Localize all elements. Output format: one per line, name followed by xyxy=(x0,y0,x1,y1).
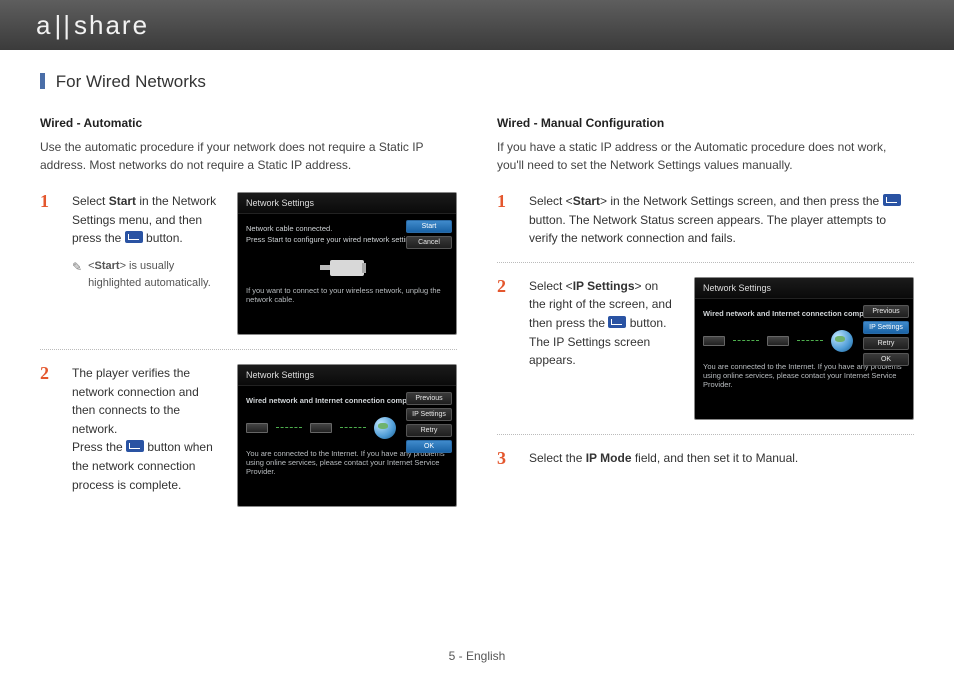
left-intro: Use the automatic procedure if your netw… xyxy=(40,138,457,174)
text: The player verifies the network connecti… xyxy=(72,366,199,436)
globe-icon xyxy=(831,330,853,352)
right-column: Wired - Manual Configuration If you have… xyxy=(497,116,914,508)
screenshot-title: Network Settings xyxy=(695,278,913,299)
screenshot-network-settings-2: Network Settings Wired network and Inter… xyxy=(237,364,457,507)
note-icon: ✎ xyxy=(72,258,82,292)
screenshot-previous-button: Previous xyxy=(406,392,452,405)
enter-button-icon xyxy=(883,194,901,206)
router-icon xyxy=(246,423,268,433)
screenshot-retry-button: Retry xyxy=(863,337,909,350)
right-intro: If you have a static IP address or the A… xyxy=(497,138,914,174)
plug-icon xyxy=(330,260,364,276)
left-step1-note: ✎ <Start> is usually highlighted automat… xyxy=(72,258,221,292)
page-content: For Wired Networks Wired - Automatic Use… xyxy=(0,50,954,508)
text: button. The Network Status screen appear… xyxy=(529,213,886,246)
screenshot-ok-button: OK xyxy=(863,353,909,366)
screenshot-ipsettings-button: IP Settings xyxy=(406,408,452,421)
screenshot-cancel-button: Cancel xyxy=(406,236,452,249)
text: Select < xyxy=(529,194,573,208)
bold-start: Start xyxy=(573,194,600,208)
hub-icon xyxy=(310,423,332,433)
enter-button-icon xyxy=(125,231,143,243)
globe-icon xyxy=(374,417,396,439)
text: Press the xyxy=(72,440,126,454)
enter-button-icon xyxy=(608,316,626,328)
left-column: Wired - Automatic Use the automatic proc… xyxy=(40,116,457,508)
right-step2-body: Select <IP Settings> on the right of the… xyxy=(529,277,678,370)
section-title-text: For Wired Networks xyxy=(56,72,206,91)
text: button. xyxy=(143,231,183,245)
brand-logo: a || share xyxy=(36,10,149,41)
screenshot-network-settings-1: Network Settings Network cable connected… xyxy=(237,192,457,335)
step-number: 1 xyxy=(497,192,515,248)
router-icon xyxy=(703,336,725,346)
hub-icon xyxy=(767,336,789,346)
dash-icon xyxy=(276,427,302,428)
bold-ipsettings: IP Settings xyxy=(573,279,635,293)
note-text: <Start> is usually highlighted automatic… xyxy=(88,258,221,292)
dash-icon xyxy=(733,340,759,341)
logo-text-right: share xyxy=(74,10,149,41)
text: Select the xyxy=(529,451,586,465)
bold-start: Start xyxy=(95,260,120,272)
text: Select xyxy=(72,194,109,208)
section-title: For Wired Networks xyxy=(40,72,914,92)
right-step1-body: Select <Start> in the Network Settings s… xyxy=(529,192,914,248)
text: Select < xyxy=(529,279,573,293)
divider xyxy=(497,262,914,263)
logo-text-left: a xyxy=(36,10,52,41)
step-number: 2 xyxy=(40,364,58,494)
bold-start: Start xyxy=(109,194,136,208)
enter-button-icon xyxy=(126,440,144,452)
right-step3-body: Select the IP Mode field, and then set i… xyxy=(529,449,914,468)
step-number: 2 xyxy=(497,277,515,370)
screenshot-network-settings-3: Network Settings Wired network and Inter… xyxy=(694,277,914,420)
screenshot-hint: If you want to connect to your wireless … xyxy=(246,286,448,304)
screenshot-previous-button: Previous xyxy=(863,305,909,318)
dash-icon xyxy=(340,427,366,428)
logo-slashes-icon: || xyxy=(54,10,72,41)
text: > in the Network Settings screen, and th… xyxy=(600,194,883,208)
screenshot-title: Network Settings xyxy=(238,365,456,386)
left-step2-body: The player verifies the network connecti… xyxy=(72,364,221,494)
text: field, and then set it to Manual. xyxy=(632,451,799,465)
screenshot-retry-button: Retry xyxy=(406,424,452,437)
screenshot-ipsettings-button: IP Settings xyxy=(863,321,909,334)
header-bar: a || share xyxy=(0,0,954,50)
right-heading: Wired - Manual Configuration xyxy=(497,116,914,130)
screenshot-title: Network Settings xyxy=(238,193,456,214)
screenshot-ok-button: OK xyxy=(406,440,452,453)
screenshot-start-button: Start xyxy=(406,220,452,233)
dash-icon xyxy=(797,340,823,341)
divider xyxy=(40,349,457,350)
bold-ipmode: IP Mode xyxy=(586,451,632,465)
left-step1-body: Select Start in the Network Settings men… xyxy=(72,192,221,292)
step-number: 3 xyxy=(497,449,515,468)
step-number: 1 xyxy=(40,192,58,292)
page-number: 5 - English xyxy=(0,649,954,663)
section-title-bar-icon xyxy=(40,73,45,89)
divider xyxy=(497,434,914,435)
left-heading: Wired - Automatic xyxy=(40,116,457,130)
